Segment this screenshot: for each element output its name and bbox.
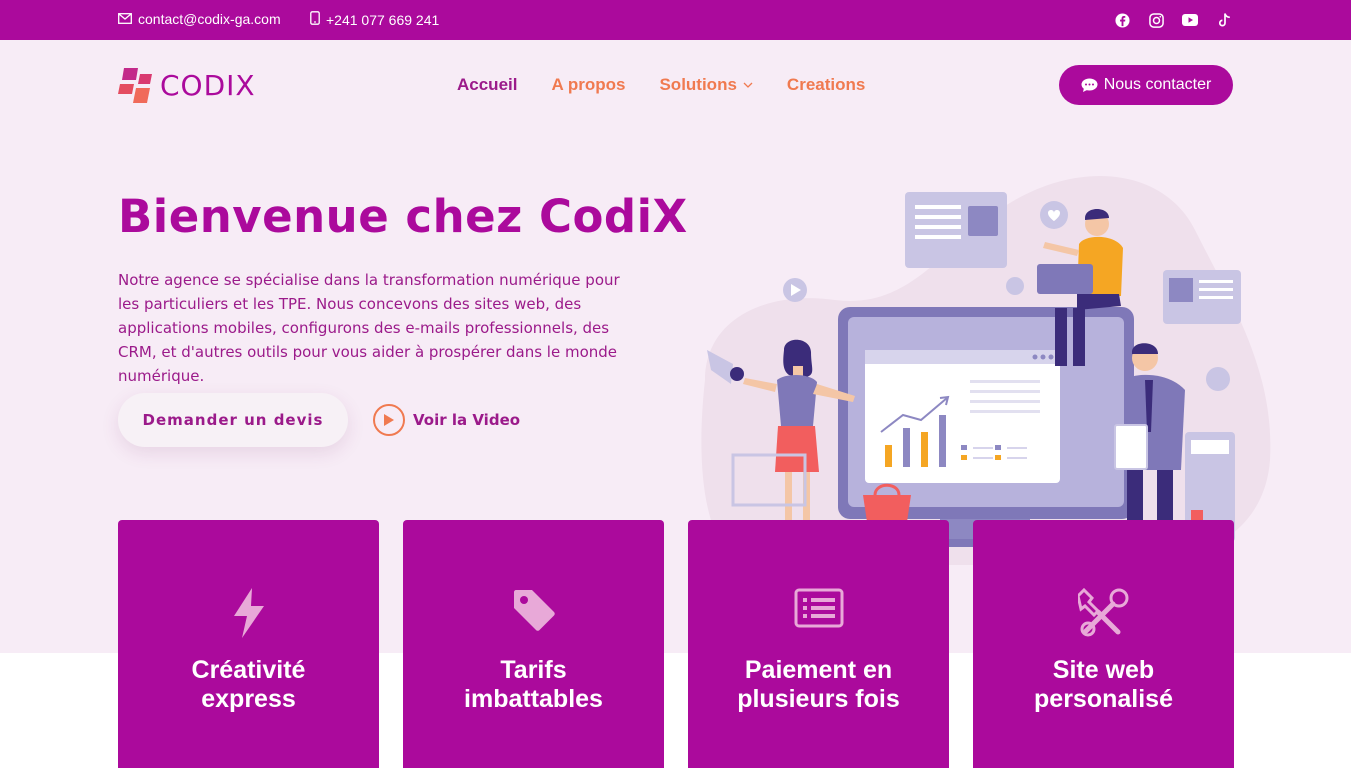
play-icon	[373, 404, 405, 436]
phone-text: +241 077 669 241	[326, 11, 440, 28]
email-contact[interactable]: contact@codix-ga.com	[118, 11, 281, 27]
watch-video-button[interactable]: Voir la Video	[373, 404, 520, 436]
feature-title: Créativité express	[191, 656, 306, 713]
main-nav: Accueil A propos Solutions Creations	[457, 75, 865, 95]
mail-icon	[118, 11, 132, 27]
request-quote-button[interactable]: Demander un devis	[118, 393, 348, 447]
feature-card-tarifs: Tarifs imbattables	[403, 520, 664, 768]
tag-icon	[403, 588, 664, 640]
phone-contact[interactable]: +241 077 669 241	[310, 11, 439, 28]
hero-illustration	[701, 176, 1271, 565]
chevron-down-icon	[743, 82, 753, 88]
phone-icon	[310, 11, 320, 28]
youtube-icon[interactable]	[1181, 11, 1199, 29]
feature-title: Site web personalisé	[1034, 656, 1173, 713]
watch-video-label: Voir la Video	[413, 411, 521, 429]
list-icon	[688, 588, 949, 640]
hero-description: Notre agence se spécialise dans la trans…	[118, 271, 620, 385]
codix-logo-mark	[118, 68, 152, 103]
feature-card-paiement: Paiement en plusieurs fois	[688, 520, 949, 768]
instagram-icon[interactable]	[1147, 11, 1165, 29]
email-text: contact@codix-ga.com	[138, 11, 281, 27]
feature-title: Paiement en plusieurs fois	[737, 656, 900, 713]
logo-text: CODIX	[160, 68, 256, 102]
top-bar: contact@codix-ga.com +241 077 669 241	[0, 0, 1351, 40]
contact-button[interactable]: Nous contacter	[1059, 65, 1233, 105]
nav-item-a-propos[interactable]: A propos	[551, 75, 625, 95]
nav-item-creations[interactable]: Creations	[787, 75, 865, 95]
contact-button-label: Nous contacter	[1103, 76, 1212, 93]
social-links	[1113, 11, 1233, 29]
logo[interactable]: CODIX	[118, 66, 256, 104]
feature-title: Tarifs imbattables	[464, 656, 603, 713]
nav-item-solutions-label: Solutions	[659, 75, 737, 94]
feature-card-creativite: Créativité express	[118, 520, 379, 768]
nav-item-accueil[interactable]: Accueil	[457, 75, 517, 95]
hero-title: Bienvenue chez CodiX	[118, 190, 688, 243]
tiktok-icon[interactable]	[1215, 11, 1233, 29]
tools-icon	[973, 588, 1234, 640]
nav-item-solutions[interactable]: Solutions	[659, 75, 753, 95]
lightning-icon	[118, 588, 379, 640]
facebook-icon[interactable]	[1113, 11, 1131, 29]
chat-icon	[1081, 78, 1098, 92]
feature-card-site-web: Site web personalisé	[973, 520, 1234, 768]
